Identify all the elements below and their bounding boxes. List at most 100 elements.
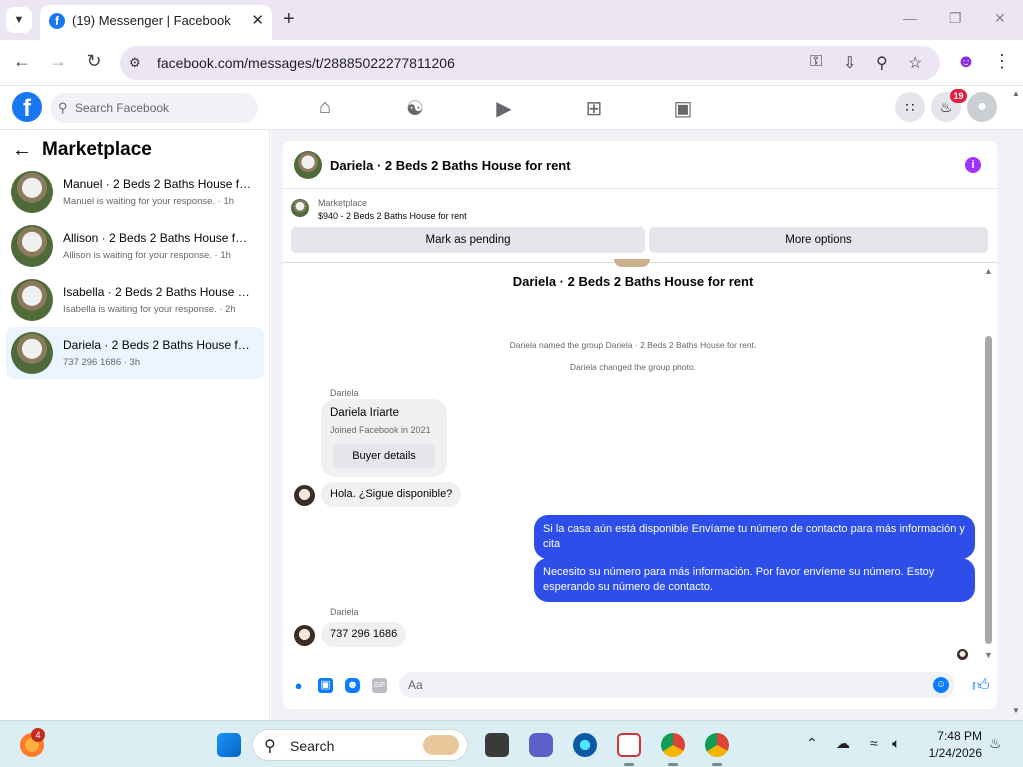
- chat-window: Dariela · 2 Beds 2 Baths House for rent …: [283, 141, 997, 709]
- listing-thumbnail-small[interactable]: [291, 199, 309, 217]
- watch-video-icon[interactable]: ▶: [489, 96, 519, 121]
- microphone-icon[interactable]: ●: [291, 678, 306, 693]
- teams-icon[interactable]: [529, 733, 553, 757]
- install-app-icon[interactable]: ⇩: [843, 53, 856, 73]
- running-indicator: [668, 763, 678, 766]
- restore-icon[interactable]: ❐: [949, 10, 962, 27]
- buyer-name: Dariela Iriarte: [330, 407, 400, 419]
- outgoing-message[interactable]: Necesito su número para más información.…: [534, 558, 975, 602]
- sticker-icon[interactable]: ☻: [345, 678, 360, 693]
- incoming-message[interactable]: 737 296 1686: [321, 622, 407, 647]
- password-key-icon[interactable]: ⚿: [810, 53, 822, 71]
- conversation-preview: Manuel is waiting for your response. · 1…: [63, 196, 235, 207]
- back-icon[interactable]: ←: [10, 51, 34, 72]
- sidebar-title: Marketplace: [42, 139, 152, 160]
- page-scroll-down-icon[interactable]: ▼: [1012, 706, 1020, 715]
- show-hidden-icons-icon[interactable]: ⌃: [806, 735, 818, 752]
- header-divider: [283, 188, 997, 189]
- chevron-down-icon: ▼: [13, 14, 25, 26]
- listing-thumbnail: [11, 332, 53, 374]
- conversation-item-manuel[interactable]: Manuel · 2 Beds 2 Baths House for rent M…: [6, 166, 264, 218]
- message-input[interactable]: Aa ☺: [399, 672, 955, 698]
- sender-avatar[interactable]: [294, 485, 315, 506]
- forward-icon[interactable]: →: [46, 51, 70, 72]
- listing-thumbnail: [11, 279, 53, 321]
- facebook-header: f ⚲ Search Facebook ⌂ ☯ ▶ ⊞ ▣ ∷ ♨ ●: [0, 86, 1023, 130]
- chat-scrollbar-thumb[interactable]: [985, 336, 992, 644]
- taskbar-search-placeholder: Search: [290, 738, 335, 754]
- system-message: Dariela changed the group photo.: [569, 362, 697, 372]
- new-tab-icon[interactable]: +: [283, 8, 295, 31]
- profile-icon[interactable]: ☻: [954, 51, 978, 72]
- chat-group-avatar[interactable]: [294, 151, 322, 179]
- windows-start-icon[interactable]: [217, 733, 241, 757]
- cloud-sync-icon[interactable]: ☁: [836, 735, 850, 752]
- buyer-details-button[interactable]: Buyer details: [333, 444, 435, 468]
- conversation-preview: Allison is waiting for your response. · …: [63, 250, 231, 261]
- sender-name: Dariela: [330, 607, 359, 617]
- close-tab-icon[interactable]: ✕: [251, 11, 264, 29]
- conversation-item-isabella[interactable]: Isabella · 2 Beds 2 Baths House for rent…: [6, 274, 264, 326]
- edge-icon[interactable]: [573, 733, 597, 757]
- facebook-search-input[interactable]: ⚲ Search Facebook: [50, 93, 258, 123]
- marketplace-store-icon[interactable]: ⊞: [579, 96, 609, 121]
- url-text[interactable]: facebook.com/messages/t/2888502227781120…: [157, 55, 455, 71]
- system-message: Dariela named the group Dariela · 2 Beds…: [509, 340, 757, 350]
- clock-time[interactable]: 7:48 PM: [920, 729, 982, 743]
- conversation-item-allison[interactable]: Allison · 2 Beds 2 Baths House for rent …: [6, 220, 264, 272]
- conversation-name: Manuel · 2 Beds 2 Baths House for rent: [63, 177, 253, 191]
- volume-muted-icon[interactable]: 🔈︎: [892, 735, 900, 752]
- chat-title[interactable]: Dariela · 2 Beds 2 Baths House for rent: [330, 158, 571, 173]
- search-icon: ⚲: [58, 100, 68, 115]
- browser-menu-icon[interactable]: ⋮: [990, 51, 1014, 72]
- scroll-down-icon[interactable]: ▼: [984, 650, 993, 660]
- site-settings-icon[interactable]: ⚙: [129, 55, 141, 71]
- gaming-icon[interactable]: ▣: [668, 96, 698, 121]
- gif-icon[interactable]: GIF: [372, 678, 387, 693]
- menu-grid-icon[interactable]: ∷: [895, 92, 925, 122]
- wifi-icon[interactable]: ≈: [870, 735, 878, 751]
- conversation-item-dariela[interactable]: Dariela · 2 Beds 2 Baths House for rent …: [6, 327, 264, 379]
- reload-icon[interactable]: ↻: [82, 51, 106, 72]
- zoom-icon[interactable]: ⚲: [876, 53, 888, 73]
- more-options-button[interactable]: More options: [649, 227, 988, 253]
- incoming-message[interactable]: Hola. ¿Sigue disponible?: [321, 482, 462, 507]
- running-indicator: [712, 763, 722, 766]
- facebook-logo-icon[interactable]: f: [12, 92, 42, 122]
- conversation-name: Dariela · 2 Beds 2 Baths House for rent: [63, 338, 253, 352]
- info-icon[interactable]: i: [965, 157, 981, 173]
- account-avatar[interactable]: ●: [967, 92, 997, 122]
- marketplace-label: Marketplace: [318, 198, 368, 208]
- listing-price-title[interactable]: $940 - 2 Beds 2 Baths House for rent: [318, 211, 467, 221]
- thumbs-up-icon[interactable]: 👍︎: [972, 675, 990, 696]
- emoji-icon[interactable]: ☺: [933, 677, 949, 693]
- facebook-favicon-icon: f: [49, 13, 65, 29]
- sender-avatar[interactable]: [294, 625, 315, 646]
- address-bar[interactable]: ⚙ facebook.com/messages/t/28885022277811…: [120, 46, 940, 80]
- conversation-name: Allison · 2 Beds 2 Baths House for rent: [63, 231, 253, 245]
- minimize-icon[interactable]: —: [903, 10, 917, 26]
- group-name-heading: Dariela · 2 Beds 2 Baths House for rent: [512, 274, 754, 289]
- mark-as-pending-button[interactable]: Mark as pending: [291, 227, 645, 253]
- page-scroll-up-icon[interactable]: ▲: [1012, 89, 1020, 98]
- bookmark-star-icon[interactable]: ☆: [908, 53, 922, 73]
- chrome-profile-icon[interactable]: [705, 733, 729, 757]
- notification-center-icon[interactable]: ♨: [989, 735, 1002, 752]
- scroll-up-icon[interactable]: ▲: [984, 266, 993, 276]
- home-icon[interactable]: ⌂: [310, 96, 340, 119]
- chrome-icon[interactable]: [661, 733, 685, 757]
- search-icon: ⚲: [264, 738, 276, 755]
- snipping-tool-icon[interactable]: [617, 733, 641, 757]
- photo-icon[interactable]: ▣: [318, 678, 333, 693]
- clock-date[interactable]: 1/24/2026: [920, 746, 982, 760]
- task-view-icon[interactable]: [485, 733, 509, 757]
- person-icon: ●: [977, 98, 987, 115]
- browser-tab-active[interactable]: f (19) Messenger | Facebook ✕: [40, 5, 272, 40]
- notification-count-badge: 19: [950, 89, 967, 103]
- friends-icon[interactable]: ☯: [400, 96, 430, 121]
- back-arrow-icon[interactable]: ←: [12, 139, 32, 162]
- tab-search-button[interactable]: ▼: [6, 7, 32, 33]
- taskbar-search[interactable]: ⚲ Search: [252, 729, 468, 761]
- close-window-icon[interactable]: ✕: [994, 10, 1006, 27]
- outgoing-message[interactable]: Si la casa aún está disponible Envíame t…: [534, 515, 975, 559]
